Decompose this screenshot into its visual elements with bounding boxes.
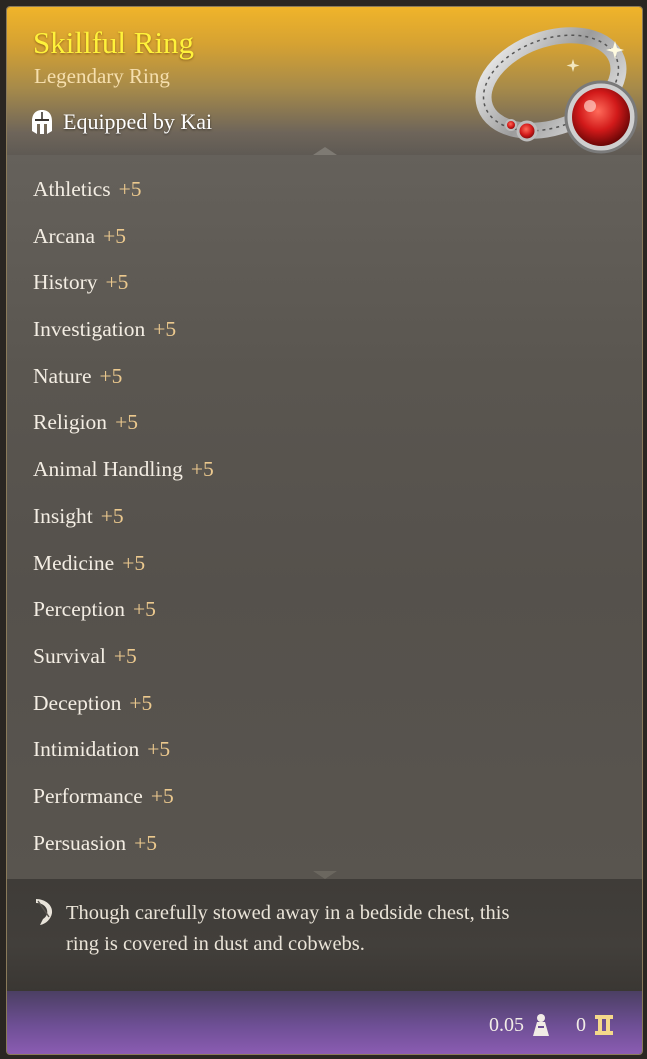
property-row: Intimidation +5 xyxy=(33,735,214,782)
flavor-line: Though carefully stowed away in a bedsid… xyxy=(66,902,510,924)
property-name: Persuasion xyxy=(33,830,127,855)
property-row: Performance +5 xyxy=(33,782,214,829)
property-value: +5 xyxy=(100,503,124,528)
property-name: Survival xyxy=(33,643,106,668)
item-tooltip: Skillful Ring Legendary Ring Equipped by… xyxy=(6,6,643,1055)
helmet-icon xyxy=(32,110,52,134)
tooltip-footer: 0.05 0 xyxy=(7,991,642,1054)
property-row: Nature +5 xyxy=(33,362,214,409)
skill-bonus-list: Athletics +5 Arcana +5 History +5 Investiga… xyxy=(33,175,214,875)
property-row: Deception +5 xyxy=(33,689,214,736)
property-value: +5 xyxy=(132,597,156,622)
property-row: Medicine +5 xyxy=(33,549,214,596)
property-row: Survival +5 xyxy=(33,642,214,689)
property-row: Athletics +5 xyxy=(33,175,214,222)
property-name: Intimidation xyxy=(33,737,140,762)
equipped-indicator: Equipped by Kai xyxy=(31,108,212,136)
property-name: Religion xyxy=(33,410,108,435)
property-name: Arcana xyxy=(33,223,96,248)
property-row: Religion +5 xyxy=(33,408,214,455)
property-name: Deception xyxy=(33,690,122,715)
ring-artwork xyxy=(475,27,638,154)
item-rarity-type: Legendary Ring xyxy=(34,64,170,88)
flavor-text: Though carefully stowed away in a bedsid… xyxy=(66,898,606,960)
property-name: Animal Handling xyxy=(33,457,183,482)
property-name: Investigation xyxy=(33,317,146,342)
divider-notch xyxy=(313,147,337,155)
property-value: +5 xyxy=(129,690,153,715)
flavor-panel: Though carefully stowed away in a bedsid… xyxy=(7,879,642,991)
property-name: Perception xyxy=(33,597,125,622)
weight-icon xyxy=(533,1014,549,1036)
property-row: Investigation +5 xyxy=(33,315,214,362)
weight-value: 0.05 xyxy=(489,1013,524,1036)
property-value: +5 xyxy=(99,363,123,388)
item-stats: 0.05 0 xyxy=(489,1013,614,1037)
property-value: +5 xyxy=(190,457,214,482)
property-row: Persuasion +5 xyxy=(33,829,214,876)
flavor-line: ring is covered in dust and cobwebs. xyxy=(66,933,365,955)
property-name: Insight xyxy=(33,503,93,528)
property-value: +5 xyxy=(147,737,171,762)
property-value: +5 xyxy=(113,643,137,668)
property-name: Performance xyxy=(33,783,143,808)
property-panel: Athletics +5 Arcana +5 History +5 Investiga… xyxy=(7,155,642,879)
property-value: +5 xyxy=(115,410,138,435)
gold-value: 0 xyxy=(576,1013,586,1036)
property-row: History +5 xyxy=(33,268,214,315)
quill-icon xyxy=(36,899,53,925)
property-row: Animal Handling +5 xyxy=(33,455,214,502)
property-value: +5 xyxy=(122,550,146,575)
property-name: Athletics xyxy=(33,177,111,201)
property-value: +5 xyxy=(103,223,126,248)
property-name: Medicine xyxy=(33,550,115,575)
property-row: Insight +5 xyxy=(33,502,214,549)
property-name: History xyxy=(33,270,98,295)
property-value: +5 xyxy=(153,317,177,342)
property-row: Perception +5 xyxy=(33,595,214,642)
tooltip-header: Skillful Ring Legendary Ring Equipped by… xyxy=(7,7,642,155)
property-row: Arcana +5 xyxy=(33,222,214,269)
property-value: +5 xyxy=(150,783,174,808)
property-name: Nature xyxy=(33,363,92,388)
property-value: +5 xyxy=(134,830,158,855)
property-value: +5 xyxy=(118,177,142,201)
property-value: +5 xyxy=(105,270,129,295)
equipped-by-text: Equipped by Kai xyxy=(63,109,213,134)
gold-icon xyxy=(595,1015,613,1035)
item-name: Skillful Ring xyxy=(33,25,195,60)
divider-notch xyxy=(313,871,337,879)
